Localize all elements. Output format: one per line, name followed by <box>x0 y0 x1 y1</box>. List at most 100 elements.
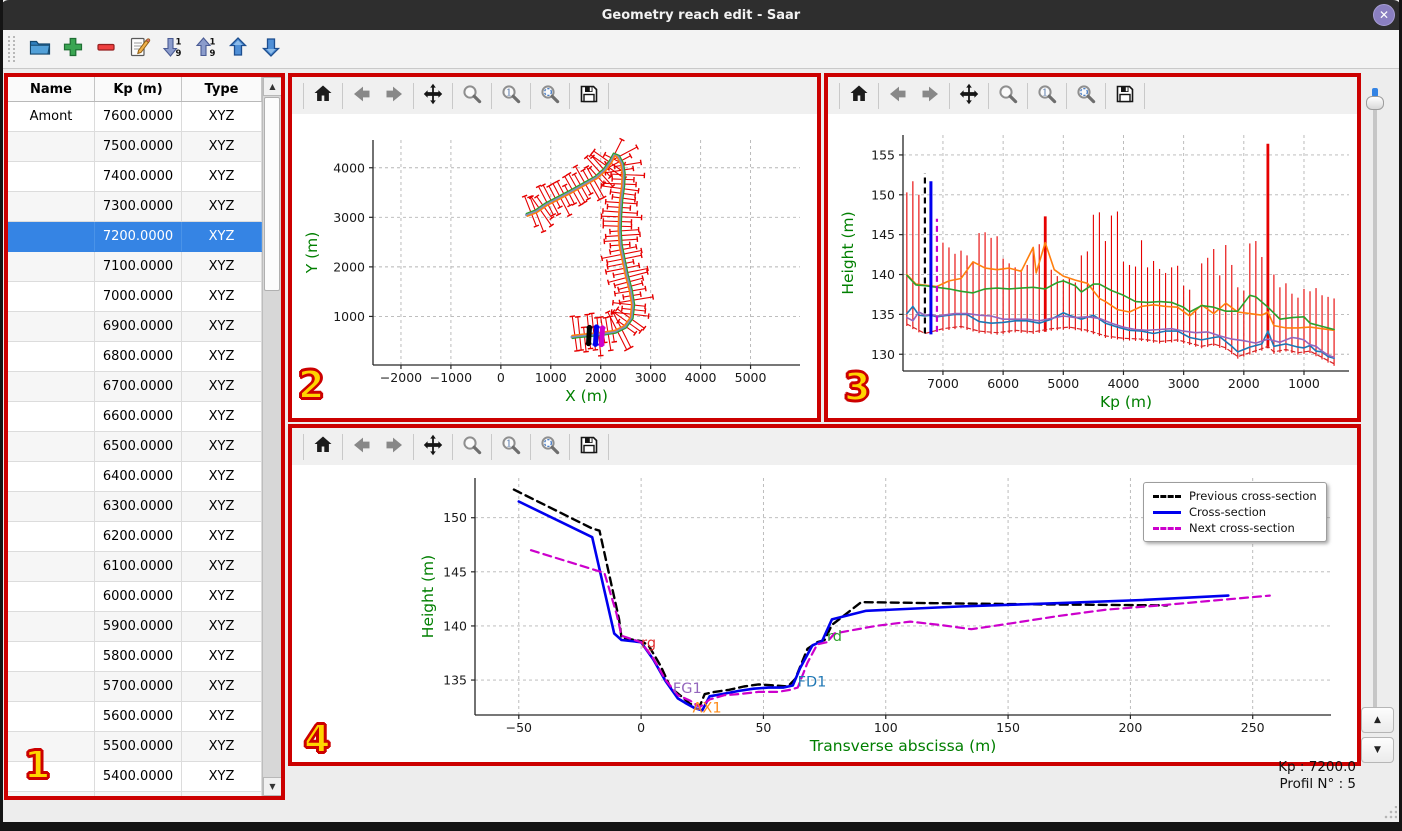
profile-plot-canvas[interactable]: 7000 6000 5000 4000 3000 2000 1000 130 135 140 145… <box>828 114 1357 418</box>
add-profile-button[interactable] <box>56 34 89 64</box>
profile-down-button[interactable]: ▼ <box>1361 737 1394 763</box>
table-cell-kp: 6300.0000 <box>95 492 182 521</box>
plan-plot-canvas[interactable]: −2000 −1000 0 1000 2000 3000 4000 5000 1000 2000 3… <box>292 114 817 418</box>
home-button[interactable] <box>307 81 339 111</box>
pan-button[interactable] <box>953 81 985 111</box>
move-down-button[interactable] <box>254 34 287 64</box>
zoom-one-button[interactable]: 1 <box>495 432 527 462</box>
svg-text:9: 9 <box>209 49 215 59</box>
scrollbar-thumb[interactable] <box>264 97 280 291</box>
slider-handle[interactable] <box>1366 96 1384 110</box>
table-row[interactable]: 7100.0000 XYZ <box>8 252 281 282</box>
table-scrollbar[interactable]: ▲ ▼ <box>262 77 281 796</box>
panel-badge-3: 3 <box>843 365 871 409</box>
svg-text:100: 100 <box>874 720 898 735</box>
forward-button[interactable] <box>378 432 410 462</box>
app-window: Geometry reach edit - Saar ✕ 19 19 Name … <box>0 0 1402 831</box>
table-row[interactable]: 7400.0000 XYZ <box>8 162 281 192</box>
save-button[interactable] <box>573 81 605 111</box>
move-up-button[interactable] <box>221 34 254 64</box>
svg-text:155: 155 <box>871 147 895 162</box>
table-row[interactable]: Amont 7600.0000 XYZ <box>8 102 281 132</box>
back-button[interactable] <box>346 432 378 462</box>
zoom-fit-button[interactable] <box>534 81 566 111</box>
svg-text:−1000: −1000 <box>430 370 472 385</box>
home-button[interactable] <box>307 432 339 462</box>
save-button[interactable] <box>573 432 605 462</box>
table-row[interactable]: 5600.0000 XYZ <box>8 702 281 732</box>
scroll-down-button[interactable]: ▼ <box>263 777 281 796</box>
toolbar-drag-handle[interactable] <box>8 36 15 62</box>
slider-track[interactable] <box>1373 88 1377 716</box>
minus-icon <box>94 35 118 63</box>
back-button[interactable] <box>882 81 914 111</box>
svg-text:150: 150 <box>443 510 467 525</box>
table-row[interactable]: 7000.0000 XYZ <box>8 282 281 312</box>
table-row[interactable]: 7500.0000 XYZ <box>8 132 281 162</box>
table-row[interactable]: 6300.0000 XYZ <box>8 492 281 522</box>
close-icon: ✕ <box>1378 8 1390 22</box>
profile-position-slider[interactable] <box>1366 88 1384 716</box>
table-row[interactable]: 6100.0000 XYZ <box>8 552 281 582</box>
back-button[interactable] <box>346 81 378 111</box>
table-row[interactable]: 5300.0000XYZ <box>8 792 281 796</box>
table-row[interactable]: 5700.0000 XYZ <box>8 672 281 702</box>
home-button[interactable] <box>843 81 875 111</box>
remove-profile-button[interactable] <box>89 34 122 64</box>
table-row[interactable]: 6400.0000 XYZ <box>8 462 281 492</box>
table-cell-kp: 5900.0000 <box>95 612 182 641</box>
table-cell-type: XYZ <box>182 552 262 581</box>
table-row[interactable]: 7300.0000 XYZ <box>8 192 281 222</box>
zoom-fit-button[interactable] <box>1070 81 1102 111</box>
window-border-bottom <box>0 822 1402 831</box>
table-row[interactable]: 6900.0000 XYZ <box>8 312 281 342</box>
header-type[interactable]: Type <box>182 77 262 101</box>
table-cell-kp: 5600.0000 <box>95 702 182 731</box>
table-row[interactable]: 5800.0000 XYZ <box>8 642 281 672</box>
forward-button[interactable] <box>914 81 946 111</box>
zoom-one-button[interactable]: 1 <box>1031 81 1063 111</box>
sort-ascending-button[interactable]: 19 <box>188 34 221 64</box>
svg-text:1000: 1000 <box>1288 376 1320 391</box>
svg-text:200: 200 <box>1118 720 1142 735</box>
svg-text:Kp (m): Kp (m) <box>1100 393 1152 411</box>
table-row[interactable]: 6000.0000 XYZ <box>8 582 281 612</box>
table-row[interactable]: 6200.0000 XYZ <box>8 522 281 552</box>
close-button[interactable]: ✕ <box>1373 4 1395 26</box>
header-kp[interactable]: Kp (m) <box>95 77 182 101</box>
table-row[interactable]: 6500.0000 XYZ <box>8 432 281 462</box>
zoom-icon <box>996 82 1020 110</box>
zoom-one-button[interactable]: 1 <box>495 81 527 111</box>
table-row[interactable]: 7200.0000 XYZ <box>8 222 281 252</box>
profile-up-button[interactable]: ▲ <box>1361 707 1394 733</box>
forward-button[interactable] <box>378 81 410 111</box>
section-toolbar: 1 <box>292 428 1357 465</box>
toolbar-separator <box>452 82 453 109</box>
toolbar-separator <box>608 82 609 109</box>
resize-grip[interactable] <box>1383 806 1397 820</box>
toolbar-separator <box>949 82 950 109</box>
zoom-button[interactable] <box>992 81 1024 111</box>
open-folder-button[interactable] <box>23 34 56 64</box>
save-button[interactable] <box>1109 81 1141 111</box>
svg-text:2000: 2000 <box>585 370 617 385</box>
table-row[interactable]: 5900.0000 XYZ <box>8 612 281 642</box>
header-name[interactable]: Name <box>8 77 95 101</box>
table-cell-name <box>8 282 95 311</box>
zoom-fit-button[interactable] <box>534 432 566 462</box>
scroll-up-button[interactable]: ▲ <box>263 77 281 96</box>
svg-text:1000: 1000 <box>535 370 567 385</box>
table-row[interactable]: 6800.0000 XYZ <box>8 342 281 372</box>
zoom-button[interactable] <box>456 432 488 462</box>
pan-button[interactable] <box>417 81 449 111</box>
table-cell-type: XYZ <box>182 462 262 491</box>
pan-button[interactable] <box>417 432 449 462</box>
zoom-button[interactable] <box>456 81 488 111</box>
sort-descending-button[interactable]: 19 <box>155 34 188 64</box>
table-cell-name <box>8 732 95 761</box>
edit-profile-button[interactable] <box>122 34 155 64</box>
table-cell-name <box>8 672 95 701</box>
table-row[interactable]: 6600.0000 XYZ <box>8 402 281 432</box>
table-cell-type: XYZ <box>182 702 262 731</box>
table-row[interactable]: 6700.0000 XYZ <box>8 372 281 402</box>
